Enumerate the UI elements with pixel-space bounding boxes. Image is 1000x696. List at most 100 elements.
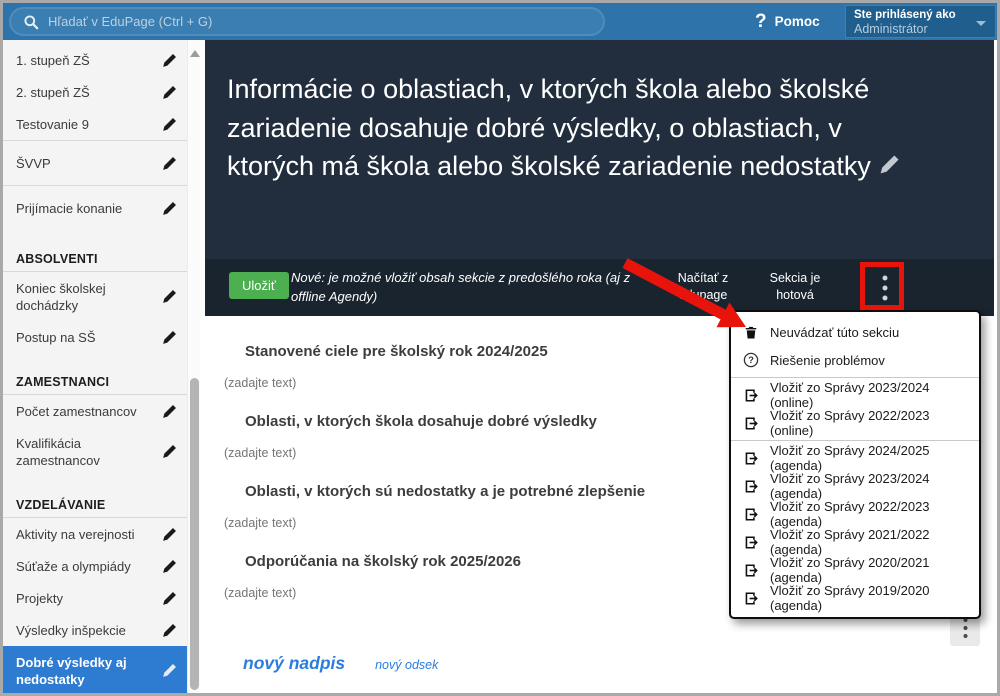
new-heading-link[interactable]: nový nadpis xyxy=(243,653,345,674)
sidebar-item[interactable]: Testovanie 9 xyxy=(3,108,187,141)
search-icon xyxy=(23,14,39,30)
menu-item[interactable]: ? Vložiť zo Správy 2024/2025 (agenda) xyxy=(731,444,979,472)
sidebar-section-header: ABSOLVENTI xyxy=(3,246,187,272)
sidebar-item-label: Počet zamestnancov xyxy=(16,403,162,420)
sidebar-section-header-label: ABSOLVENTI xyxy=(16,252,98,266)
sidebar-item[interactable]: Aktivity na verejnosti xyxy=(3,518,187,550)
question-circle-icon: ? xyxy=(743,352,759,368)
sidebar-item[interactable]: Postup na SŠ xyxy=(3,321,187,353)
sidebar-item[interactable]: 1. stupeň ZŠ xyxy=(3,44,187,76)
menu-item-label: Vložiť zo Správy 2024/2025 (agenda) xyxy=(770,443,967,473)
sidebar-item[interactable]: Projekty xyxy=(3,582,187,614)
edupage-window: Hľadať v EduPage (Ctrl + G) ? Pomoc Ste … xyxy=(0,0,1000,696)
svg-text:?: ? xyxy=(748,355,754,366)
menu-item[interactable]: ? Vložiť zo Správy 2021/2022 (agenda) xyxy=(731,528,979,556)
menu-separator xyxy=(731,440,979,441)
search-input[interactable]: Hľadať v EduPage (Ctrl + G) xyxy=(9,7,605,36)
menu-item-label: Vložiť zo Správy 2022/2023 (agenda) xyxy=(770,499,967,529)
scroll-up-arrow-icon[interactable] xyxy=(190,45,200,57)
edit-pencil-icon[interactable] xyxy=(162,403,178,419)
edit-pencil-icon[interactable] xyxy=(162,200,178,216)
section-toolbar: Uložiť Nové: je možné vložiť obsah sekci… xyxy=(205,259,994,316)
sidebar-item[interactable]: Počet zamestnancov xyxy=(3,395,187,427)
sidebar-item-label: Kvalifikácia zamestnancov xyxy=(16,435,162,469)
insert-from-report-icon xyxy=(743,415,759,431)
sidebar-item[interactable]: Výsledky inšpekcie xyxy=(3,614,187,646)
topbar: Hľadať v EduPage (Ctrl + G) ? Pomoc Ste … xyxy=(3,3,997,40)
save-button[interactable]: Uložiť xyxy=(229,272,289,299)
sidebar-item-label: Výsledky inšpekcie xyxy=(16,622,162,639)
menu-item-label: Neuvádzať túto sekciu xyxy=(770,325,899,340)
edit-pencil-icon[interactable] xyxy=(162,444,178,460)
help-question-icon: ? xyxy=(755,11,767,33)
insert-from-report-icon xyxy=(743,387,759,403)
menu-item[interactable]: ? Vložiť zo Správy 2023/2024 (agenda) xyxy=(731,472,979,500)
edit-pencil-icon[interactable] xyxy=(162,84,178,100)
edit-pencil-icon[interactable] xyxy=(162,526,178,542)
page-title-text: Informácie o oblastiach, v ktorých škola… xyxy=(227,74,871,181)
sidebar-scrollbar-thumb[interactable] xyxy=(190,378,199,690)
menu-item[interactable]: ? Vložiť zo Správy 2023/2024 (online) xyxy=(731,381,979,409)
insert-from-report-icon xyxy=(743,478,759,494)
menu-item[interactable]: ? Neuvádzať túto sekciu xyxy=(731,318,979,346)
sidebar-item[interactable]: Prijímacie konanie xyxy=(3,186,187,230)
menu-item-label: Vložiť zo Správy 2023/2024 (agenda) xyxy=(770,471,967,501)
sidebar-item-label: Prijímacie konanie xyxy=(16,200,162,217)
account-menu[interactable]: Ste prihlásený ako Administrátor xyxy=(845,5,996,38)
edit-pencil-icon[interactable] xyxy=(162,289,178,305)
edit-pencil-icon[interactable] xyxy=(162,622,178,638)
menu-item-label: Riešenie problémov xyxy=(770,353,885,368)
new-paragraph-link[interactable]: nový odsek xyxy=(375,658,438,672)
insert-from-report-icon xyxy=(743,590,759,606)
edit-pencil-icon[interactable] xyxy=(162,329,178,345)
edit-pencil-icon[interactable] xyxy=(162,663,178,679)
section-menu-kebab-icon[interactable] xyxy=(873,269,897,307)
sidebar-item-label: Koniec školskej dochádzky xyxy=(16,280,162,314)
sidebar-section-header-label: VZDELÁVANIE xyxy=(16,498,105,512)
sidebar-section-header: ZAMESTNANCI xyxy=(3,369,187,395)
edit-title-pencil-icon[interactable] xyxy=(879,147,900,168)
signed-in-label: Ste prihlásený ako xyxy=(854,8,987,22)
sidebar-item[interactable]: Súťaže a olympiády xyxy=(3,550,187,582)
sidebar-scrollbar[interactable] xyxy=(187,40,200,693)
sidebar-item[interactable]: Koniec školskej dochádzky xyxy=(3,272,187,321)
sidebar-item-label: Aktivity na verejnosti xyxy=(16,526,162,543)
sidebar-item-label: 1. stupeň ZŠ xyxy=(16,52,162,69)
help-button[interactable]: ? Pomoc xyxy=(755,3,820,40)
sidebar-item[interactable]: Kvalifikácia zamestnancov xyxy=(3,427,187,476)
menu-separator xyxy=(731,377,979,378)
edit-pencil-icon[interactable] xyxy=(162,558,178,574)
sidebar-item-label: Súťaže a olympiády xyxy=(16,558,162,575)
insert-from-report-icon xyxy=(743,506,759,522)
section-header: Informácie o oblastiach, v ktorých škola… xyxy=(205,40,994,259)
sidebar-item[interactable]: ŠVVP xyxy=(3,141,187,186)
search-placeholder: Hľadať v EduPage (Ctrl + G) xyxy=(48,14,212,29)
add-content-links: nový nadpis nový odsek xyxy=(243,653,438,674)
menu-item-label: Vložiť zo Správy 2022/2023 (online) xyxy=(770,408,967,438)
sidebar-item-label: ŠVVP xyxy=(16,155,162,172)
menu-item[interactable]: ? Vložiť zo Správy 2019/2020 (agenda) xyxy=(731,584,979,612)
menu-item[interactable]: ? Riešenie problémov xyxy=(731,346,979,374)
sidebar-section-header: VZDELÁVANIE xyxy=(3,492,187,518)
edit-pencil-icon[interactable] xyxy=(162,116,178,132)
insert-from-report-icon xyxy=(743,450,759,466)
menu-item-label: Vložiť zo Správy 2019/2020 (agenda) xyxy=(770,583,967,613)
sidebar-item[interactable]: Dobré výsledky aj nedostatky xyxy=(3,646,187,693)
sidebar-section-header-label: ZAMESTNANCI xyxy=(16,375,109,389)
menu-item[interactable]: ? Vložiť zo Správy 2022/2023 (agenda) xyxy=(731,500,979,528)
sidebar-item-label: Dobré výsledky aj nedostatky xyxy=(16,654,162,688)
menu-item-label: Vložiť zo Správy 2021/2022 (agenda) xyxy=(770,527,967,557)
sidebar-item[interactable]: 2. stupeň ZŠ xyxy=(3,76,187,108)
sidebar-item-label: Postup na SŠ xyxy=(16,329,162,346)
menu-item[interactable]: ? Vložiť zo Správy 2022/2023 (online) xyxy=(731,409,979,437)
load-from-edupage-button[interactable]: Načítať z edupage xyxy=(657,270,749,304)
menu-item[interactable]: ? Vložiť zo Správy 2020/2021 (agenda) xyxy=(731,556,979,584)
help-label: Pomoc xyxy=(775,14,820,29)
edit-pencil-icon[interactable] xyxy=(162,155,178,171)
menu-item-label: Vložiť zo Správy 2020/2021 (agenda) xyxy=(770,555,967,585)
edit-pencil-icon[interactable] xyxy=(162,590,178,606)
edit-pencil-icon[interactable] xyxy=(162,52,178,68)
insert-from-report-icon xyxy=(743,562,759,578)
page-title: Informácie o oblastiach, v ktorých škola… xyxy=(227,70,905,186)
section-done-button[interactable]: Sekcia je hotová xyxy=(757,270,833,304)
